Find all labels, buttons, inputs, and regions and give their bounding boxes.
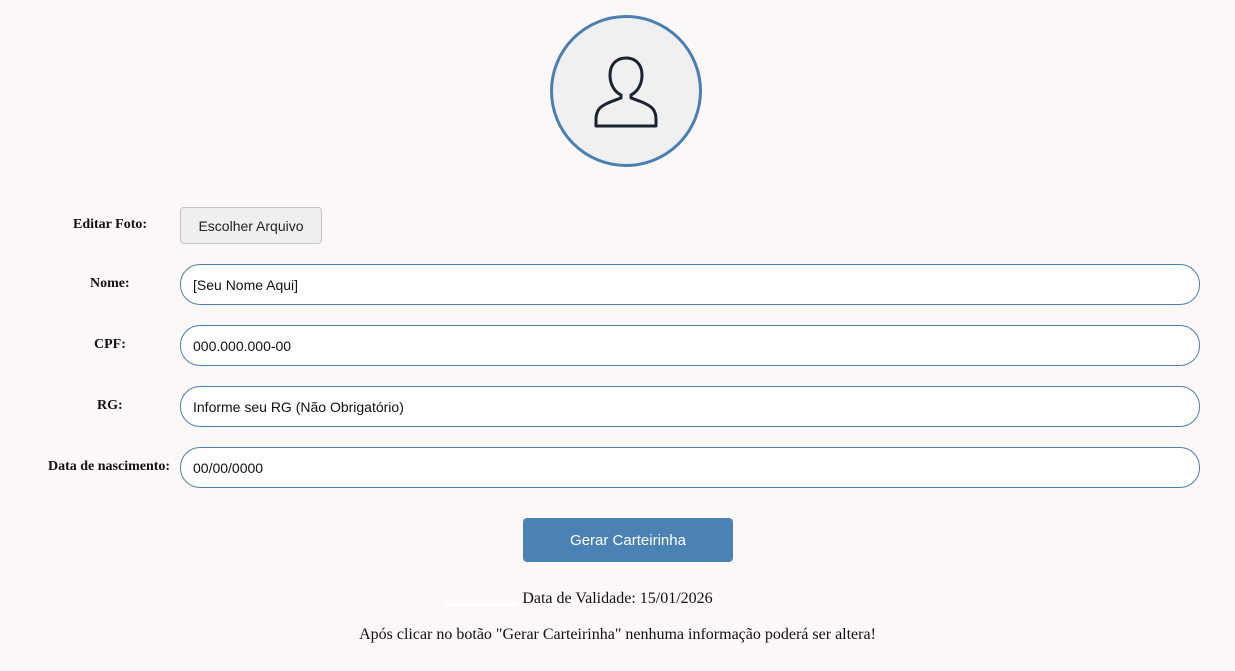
rg-label: RG: bbox=[97, 398, 123, 413]
edit-photo-label: Editar Foto: bbox=[73, 217, 148, 232]
cpf-label: CPF: bbox=[94, 337, 126, 352]
profile-photo-avatar bbox=[550, 15, 702, 167]
choose-file-button[interactable]: Escolher Arquivo bbox=[180, 207, 322, 244]
validity-date-text: Data de Validade: 15/01/2026 bbox=[522, 590, 713, 607]
name-input[interactable] bbox=[180, 264, 1200, 305]
generate-card-button[interactable]: Gerar Carteirinha bbox=[523, 518, 733, 562]
cpf-input[interactable] bbox=[180, 325, 1200, 366]
name-label: Nome: bbox=[90, 276, 130, 291]
birth-date-input[interactable] bbox=[180, 447, 1200, 488]
rg-input[interactable] bbox=[180, 386, 1200, 427]
birth-date-label: Data de nascimento: bbox=[48, 459, 171, 474]
user-silhouette-icon bbox=[594, 56, 658, 128]
warning-text: Após clicar no botão "Gerar Carteirinha"… bbox=[359, 626, 876, 643]
